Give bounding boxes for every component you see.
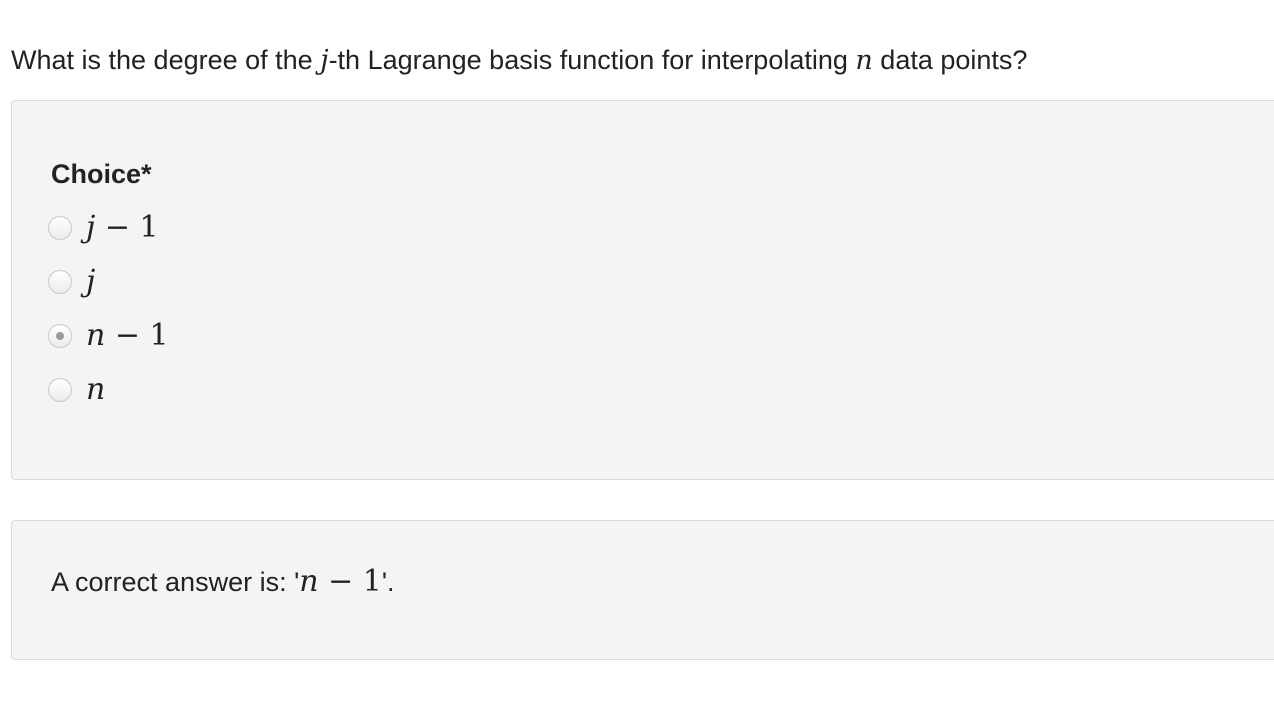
answer-prefix: A correct answer is: ' (51, 567, 300, 597)
choice-option-4[interactable]: n (48, 373, 105, 407)
choice-variable: n (86, 318, 106, 353)
radio-button[interactable] (48, 270, 72, 294)
choice-operator: − (95, 210, 140, 245)
math-variable-j: j (320, 45, 329, 76)
question-text-start: What is the degree of the (11, 45, 321, 75)
choice-operator: − (105, 318, 150, 353)
question-text-middle: -th Lagrange basis function for interpol… (328, 45, 856, 75)
choice-number: 1 (149, 318, 169, 353)
choice-variable: j (86, 264, 96, 299)
answer-variable: n (299, 564, 319, 599)
choice-option-2[interactable]: j (48, 265, 95, 299)
correct-answer-text: A correct answer is: 'n − 1'. (51, 564, 395, 600)
answer-operator: − (318, 564, 363, 599)
choice-label: n (86, 373, 105, 407)
answer-math: n − 1 (299, 564, 382, 599)
choice-heading: Choice* (51, 159, 152, 189)
choice-label: j (86, 265, 95, 299)
choice-variable: j (86, 210, 96, 245)
answer-number: 1 (362, 564, 382, 599)
answer-panel: A correct answer is: 'n − 1'. (11, 520, 1274, 660)
radio-button[interactable] (48, 324, 72, 348)
answer-suffix: '. (381, 567, 395, 597)
choice-number: 1 (139, 210, 159, 245)
radio-button[interactable] (48, 216, 72, 240)
choice-label: j − 1 (86, 211, 159, 245)
choice-label: n − 1 (86, 319, 169, 353)
question-text-end: data points? (872, 45, 1028, 75)
radio-dot-icon (56, 332, 64, 340)
math-variable-n: n (855, 45, 873, 76)
choice-option-1[interactable]: j − 1 (48, 211, 159, 245)
choice-variable: n (86, 372, 106, 407)
choices-panel: Choice* j − 1 j n − 1 n (11, 100, 1274, 480)
radio-button[interactable] (48, 378, 72, 402)
question-text: What is the degree of the j-th Lagrange … (11, 42, 1027, 79)
choice-option-3[interactable]: n − 1 (48, 319, 169, 353)
